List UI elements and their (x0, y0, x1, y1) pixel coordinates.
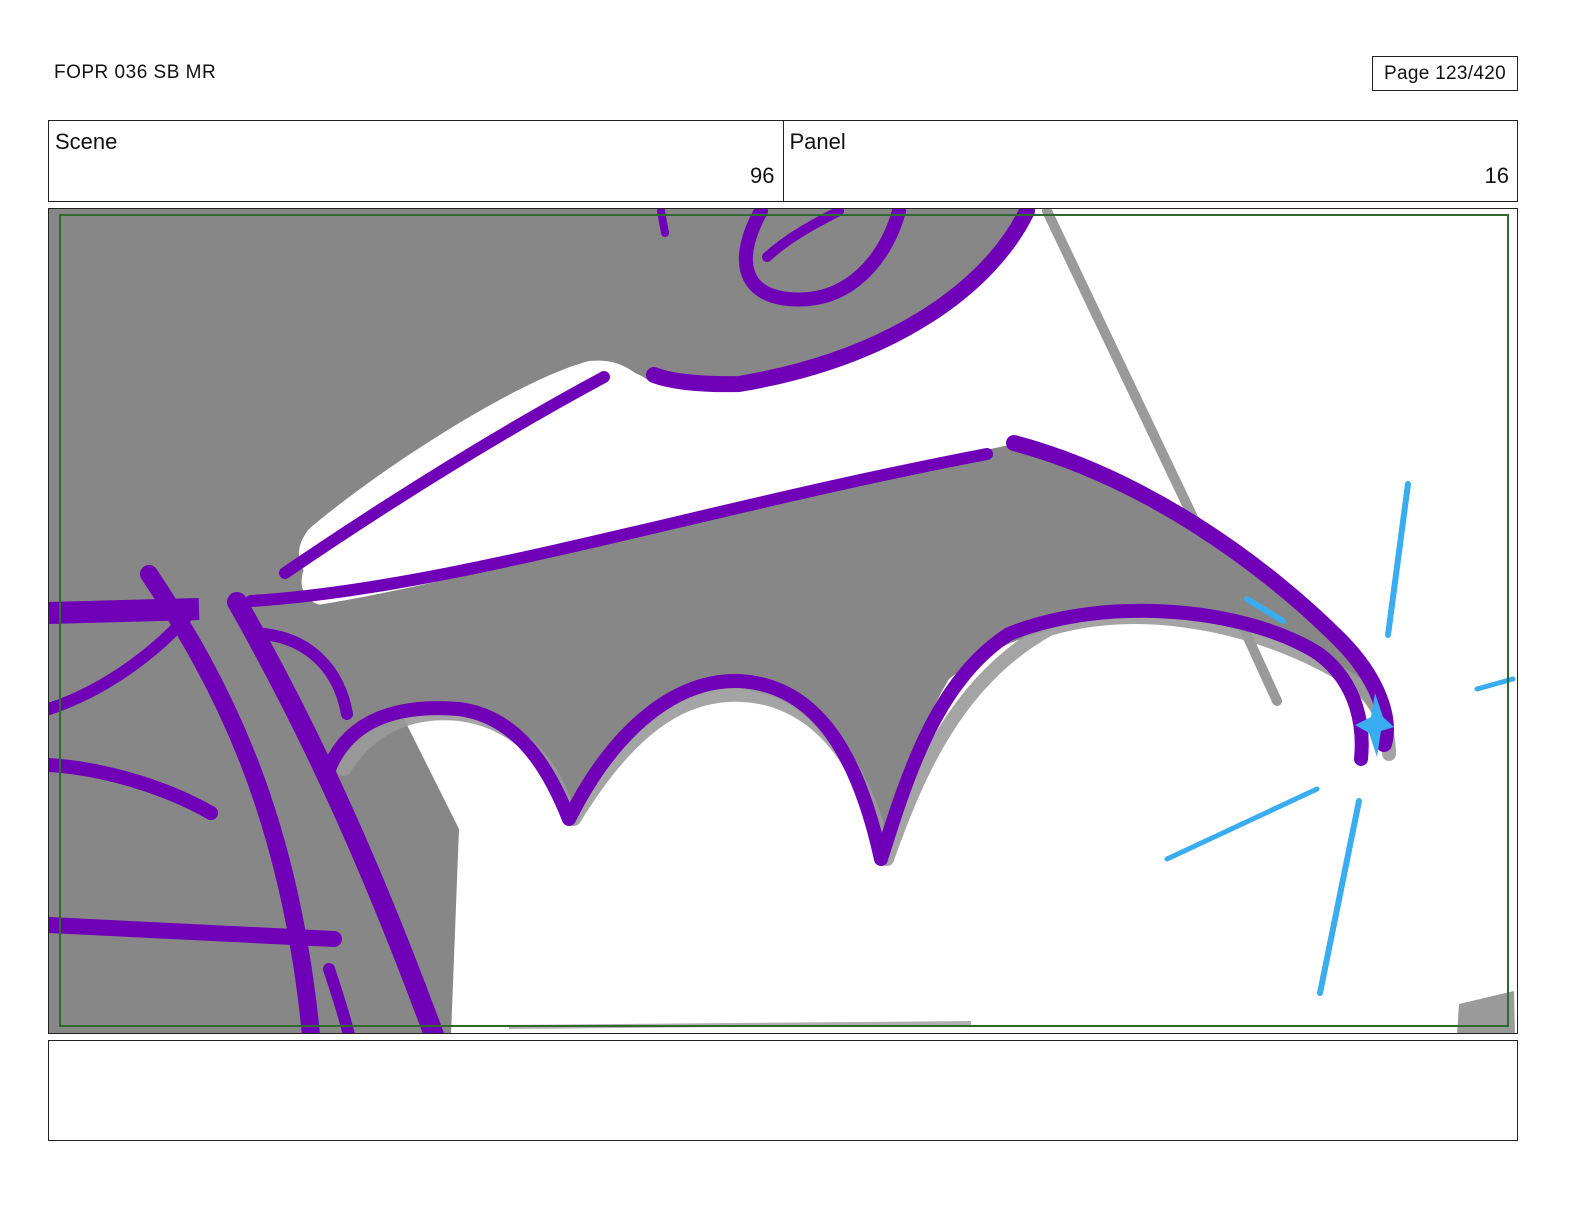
sparkle-ray-left (1164, 786, 1320, 862)
sparkle-ray-down (1317, 798, 1362, 996)
storyboard-drawing (49, 209, 1516, 1033)
notes-box (48, 1040, 1518, 1141)
panel-label: Panel (789, 129, 846, 154)
scene-panel-info: Scene 96 Panel 16 (48, 120, 1518, 202)
scene-label: Scene (55, 129, 118, 154)
scene-cell: Scene 96 (49, 121, 783, 201)
scene-number: 96 (750, 163, 775, 188)
storyboard-frame (48, 208, 1518, 1034)
document-title: FOPR 036 SB MR (54, 62, 217, 83)
panel-cell: Panel 16 (782, 121, 1518, 201)
page-indicator: Page 123/420 (1372, 56, 1518, 91)
panel-number: 16 (1484, 163, 1509, 188)
ground-fragment (1457, 991, 1515, 1033)
sparkle-ray-up (1385, 481, 1411, 638)
